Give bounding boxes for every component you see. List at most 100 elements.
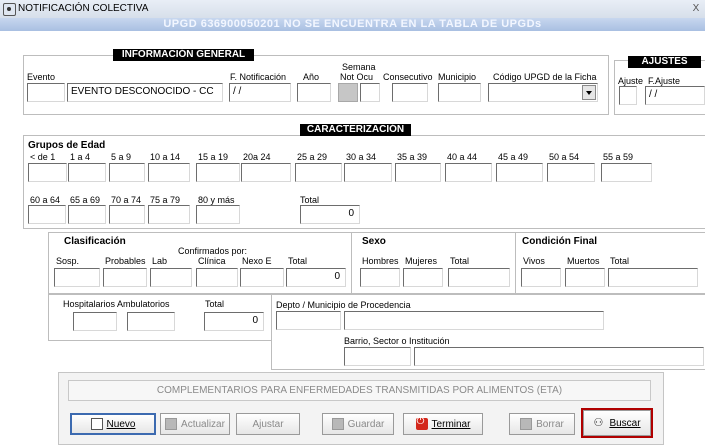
age-field-11[interactable]: [547, 163, 595, 182]
age-label-6: 25 a 29: [297, 152, 328, 162]
clasif-field-1[interactable]: [103, 268, 147, 287]
clasif-label-3: Clínica: [198, 256, 226, 266]
guardar-button[interactable]: Guardar: [322, 413, 394, 435]
clasif-field-3[interactable]: [196, 268, 238, 287]
power-icon: [415, 416, 428, 430]
nuevo-button[interactable]: Nuevo: [70, 413, 156, 435]
ajustar-button[interactable]: Ajustar: [236, 413, 300, 435]
title-bar: NOTIFICACIÓN COLECTIVA X: [0, 0, 705, 19]
semana-not-field: [338, 83, 358, 102]
municipio-label: Municipio: [438, 72, 477, 82]
evento-name-field[interactable]: EVENTO DESCONOCIDO - CC: [67, 83, 223, 102]
borrar-button[interactable]: Borrar: [509, 413, 575, 435]
age-field-4[interactable]: [196, 205, 240, 224]
document-icon: [90, 418, 103, 430]
codigo-upgd-select[interactable]: [488, 83, 598, 102]
age-label-4: 80 y más: [198, 195, 235, 205]
age-field-2[interactable]: [109, 205, 145, 224]
buscar-label: Buscar: [609, 417, 641, 429]
hosp-field-1[interactable]: [127, 312, 175, 331]
age-field-9[interactable]: [445, 163, 492, 182]
clasif-field-0[interactable]: [54, 268, 100, 287]
hosp-label-2: Total: [205, 299, 225, 309]
clasif-field-4[interactable]: [240, 268, 284, 287]
grey-icon: [331, 418, 344, 430]
close-icon[interactable]: X: [689, 2, 703, 15]
grupos-edad-label: Grupos de Edad: [28, 140, 106, 151]
anio-field[interactable]: [297, 83, 331, 102]
age-field-1[interactable]: [68, 205, 106, 224]
sexo-field-1[interactable]: [403, 268, 443, 287]
barrio-name-field[interactable]: [414, 347, 704, 366]
cond-field-0[interactable]: [521, 268, 561, 287]
evento-code-field[interactable]: [27, 83, 65, 102]
age-label-0: 60 a 64: [30, 195, 61, 205]
consecutivo-field[interactable]: [392, 83, 428, 102]
cond-field-2[interactable]: [608, 268, 698, 287]
age-field-0[interactable]: [28, 163, 67, 182]
municipio-field[interactable]: [438, 83, 481, 102]
clasif-field-2[interactable]: [150, 268, 192, 287]
age-total-label: Total: [300, 195, 320, 205]
age-field-10[interactable]: [496, 163, 543, 182]
age-field-12[interactable]: [601, 163, 652, 182]
semana-ocu-field[interactable]: [360, 83, 380, 102]
age-label-10: 45 a 49: [498, 152, 529, 162]
f-ajuste-field[interactable]: / /: [645, 86, 705, 105]
confirmados-label: Confirmados por:: [178, 246, 248, 256]
eta-button[interactable]: COMPLEMENTARIOS PARA ENFERMEDADES TRANSM…: [68, 380, 651, 401]
age-label-5: 20a 24: [243, 152, 271, 162]
nuevo-label: Nuevo: [106, 418, 136, 430]
actualizar-label: Actualizar: [181, 418, 225, 430]
consecutivo-label: Consecutivo: [383, 72, 433, 82]
age-field-7[interactable]: [344, 163, 392, 182]
cond-field-1[interactable]: [565, 268, 605, 287]
sexo-field-2[interactable]: [448, 268, 510, 287]
age-label-7: 30 a 34: [346, 152, 377, 162]
clasif-label-0: Sosp.: [56, 256, 80, 266]
age-label-9: 40 a 44: [447, 152, 478, 162]
age-field-6[interactable]: [295, 163, 342, 182]
terminar-label: Terminar: [431, 418, 471, 430]
ajustar-label: Ajustar: [252, 418, 284, 430]
actualizar-button[interactable]: Actualizar: [160, 413, 230, 435]
fnotif-field[interactable]: / /: [229, 83, 291, 102]
depto-name-field[interactable]: [344, 311, 604, 330]
ajuste-field[interactable]: [619, 86, 637, 105]
age-field-3[interactable]: [148, 163, 190, 182]
terminar-button[interactable]: Terminar: [403, 413, 483, 435]
age-field-0[interactable]: [28, 205, 66, 224]
chevron-down-icon[interactable]: [582, 85, 596, 100]
not-ocu-label: Not Ocu: [340, 72, 374, 82]
age-field-4[interactable]: [196, 163, 240, 182]
buscar-button[interactable]: ⚇ Buscar: [581, 408, 653, 438]
hosp-field-0[interactable]: [73, 312, 117, 331]
app-icon: [3, 3, 16, 16]
age-field-8[interactable]: [395, 163, 441, 182]
hosp-label-0: Hospitalarios: [63, 299, 116, 309]
depto-code-field[interactable]: [276, 311, 341, 330]
age-field-5[interactable]: [241, 163, 291, 182]
hosp-total-field: 0: [204, 312, 264, 331]
sexo-label-1: Mujeres: [405, 256, 438, 266]
sexo-field-0[interactable]: [360, 268, 400, 287]
age-label-3: 10 a 14: [150, 152, 181, 162]
age-field-2[interactable]: [109, 163, 145, 182]
age-field-3[interactable]: [148, 205, 190, 224]
age-label-12: 55 a 59: [603, 152, 634, 162]
condicion-title: Condición Final: [522, 236, 597, 247]
age-label-2: 5 a 9: [111, 152, 132, 162]
window-title: NOTIFICACIÓN COLECTIVA: [18, 3, 149, 14]
barrio-code-field[interactable]: [344, 347, 411, 366]
clasif-label-5: Total: [288, 256, 308, 266]
ajuste-label: Ajuste: [618, 76, 644, 86]
age-field-1[interactable]: [68, 163, 106, 182]
sexo-label-2: Total: [450, 256, 470, 266]
guardar-label: Guardar: [347, 418, 385, 430]
age-label-4: 15 a 19: [198, 152, 229, 162]
clasif-total-field: 0: [286, 268, 346, 287]
clasif-label-4: Nexo E: [242, 256, 272, 266]
age-label-1: 1 a 4: [70, 152, 91, 162]
cond-label-2: Total: [610, 256, 630, 266]
age-total-field: 0: [300, 205, 360, 224]
